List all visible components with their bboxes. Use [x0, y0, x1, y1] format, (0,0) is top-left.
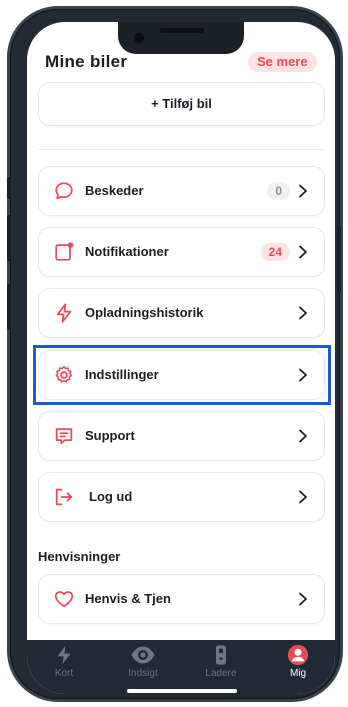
see-more-button[interactable]: Se mere — [248, 52, 317, 72]
chevron-right-icon — [299, 429, 307, 443]
tab-insights[interactable]: Indsigt — [108, 644, 178, 679]
phone-volume-down — [7, 284, 11, 330]
menu-item-messages[interactable]: Beskeder 0 — [38, 166, 325, 216]
chevron-right-icon — [299, 306, 307, 320]
menu-item-logout[interactable]: Log ud — [38, 472, 325, 522]
lightning-bolt-icon — [56, 303, 72, 323]
notifications-count-badge: 24 — [260, 243, 290, 261]
chevron-right-icon — [299, 592, 307, 606]
menu-item-support[interactable]: Support — [38, 411, 325, 461]
charger-icon — [215, 645, 227, 665]
phone-power-button — [337, 226, 341, 292]
divider — [38, 149, 325, 150]
chevron-right-icon — [299, 368, 307, 382]
tab-me[interactable]: Mig — [263, 644, 333, 679]
menu-item-label: Log ud — [89, 489, 133, 504]
menu-item-charging-history[interactable]: Opladningshistorik — [38, 288, 325, 338]
menu-item-label: Beskeder — [85, 183, 144, 198]
tab-chargers[interactable]: Ladere — [186, 644, 256, 679]
menu-item-label: Indstillinger — [85, 367, 159, 382]
messages-count-badge: 0 — [267, 182, 290, 200]
front-camera — [134, 33, 144, 43]
phone-notch — [118, 22, 244, 54]
support-message-icon — [55, 428, 73, 445]
menu-item-label: Support — [85, 428, 135, 443]
section-heading-referrals: Henvisninger — [38, 549, 121, 564]
menu-item-label: Notifikationer — [85, 244, 169, 259]
phone-volume-up — [7, 215, 11, 261]
chevron-right-icon — [299, 184, 307, 198]
menu-item-refer-earn[interactable]: Henvis & Tjen — [38, 574, 325, 624]
speaker — [160, 28, 204, 33]
logout-icon — [55, 488, 73, 506]
add-car-button[interactable]: + Tilføj bil — [38, 82, 325, 126]
tab-label: Indsigt — [128, 668, 158, 679]
notification-icon — [55, 242, 74, 261]
chevron-right-icon — [299, 245, 307, 259]
menu-item-notifications[interactable]: Notifikationer 24 — [38, 227, 325, 277]
tab-map[interactable]: Kort — [29, 644, 99, 679]
chevron-right-icon — [299, 490, 307, 504]
eye-icon — [131, 646, 155, 664]
bottom-tab-bar: Kort Indsigt Ladere Mig — [27, 640, 335, 694]
menu-item-label: Opladningshistorik — [85, 305, 204, 320]
page-title: Mine biler — [45, 52, 128, 71]
heart-icon — [54, 591, 74, 608]
tab-label: Ladere — [205, 668, 237, 679]
home-indicator — [127, 689, 237, 693]
gear-icon — [55, 365, 73, 383]
profile-icon — [287, 644, 309, 666]
menu-item-label: Henvis & Tjen — [85, 591, 171, 606]
tab-label: Mig — [289, 668, 307, 679]
menu-item-settings[interactable]: Indstillinger — [38, 350, 325, 400]
phone-side-button — [7, 177, 11, 199]
bolt-icon — [57, 645, 71, 665]
tab-label: Kort — [54, 668, 74, 679]
chat-bubble-icon — [55, 182, 73, 200]
